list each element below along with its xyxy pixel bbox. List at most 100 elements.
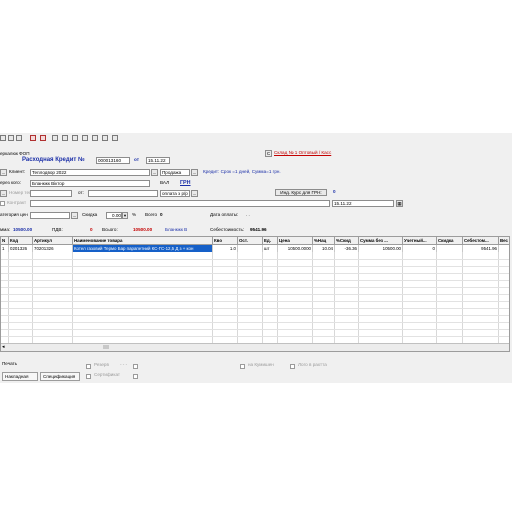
cost-label: Себестоимость: <box>210 227 245 232</box>
horizontal-scrollbar[interactable]: ◂ <box>1 343 509 351</box>
doc-number-field[interactable]: 000013160 <box>96 157 130 164</box>
print-label[interactable]: Печать <box>2 361 17 367</box>
from-lookup-button[interactable]: ... <box>0 190 7 197</box>
copy-icon[interactable] <box>40 135 46 141</box>
calc-icon[interactable] <box>102 135 108 141</box>
cost-value: 9541.96 <box>250 227 267 232</box>
column-header[interactable]: Вес <box>499 237 509 245</box>
reserve-checkbox[interactable] <box>86 364 91 369</box>
table-cell[interactable]: Котел газовий Термо Бар парапетний КС-ГС… <box>73 245 213 252</box>
price-category-button[interactable]: ... <box>71 212 78 219</box>
sum-value: 10500.00 <box>13 227 33 232</box>
column-header[interactable]: Сумма без ... <box>359 237 403 245</box>
rate-button[interactable]: Инд. Курс для ГРН: <box>275 189 327 196</box>
table-cell[interactable]: 0 <box>403 245 437 252</box>
contract-date-field[interactable]: 15.11.22 <box>332 200 394 207</box>
column-header[interactable]: Цена <box>278 237 313 245</box>
delete-icon[interactable] <box>62 135 68 141</box>
column-header[interactable]: Артикул <box>33 237 73 245</box>
table-cell[interactable] <box>437 245 463 252</box>
grid-line <box>1 336 509 337</box>
warehouse-button[interactable]: С <box>265 150 272 157</box>
scrollbar-thumb[interactable] <box>103 345 109 349</box>
total-value: 0 <box>160 212 163 217</box>
all-value: 10500.00 <box>133 227 153 232</box>
column-header[interactable]: Код <box>9 237 33 245</box>
column-header[interactable]: Кво <box>213 237 238 245</box>
cert-label: Сертификат <box>94 372 121 377</box>
cert-checkbox-2[interactable] <box>133 374 138 379</box>
warehouse-label[interactable]: Склад № 1 Оптовый / Касс <box>274 150 331 156</box>
table-cell[interactable]: 70201326 <box>33 245 73 252</box>
after-checkbox[interactable] <box>290 364 295 369</box>
tab-invoice[interactable]: Накладная <box>2 372 38 381</box>
contract-field[interactable] <box>30 200 330 207</box>
scroll-left-icon[interactable]: ◂ <box>2 344 5 350</box>
grid-line <box>1 273 509 274</box>
table-cell[interactable]: 1 <box>1 245 9 252</box>
sale-type-button[interactable]: ... <box>191 169 198 176</box>
contract-checkbox[interactable] <box>0 201 5 206</box>
sale-type-field[interactable]: Продажа <box>160 169 190 176</box>
column-header[interactable]: Учетный... <box>403 237 437 245</box>
to-cash-label: на Кумишен <box>248 362 274 367</box>
grid-line <box>1 266 509 267</box>
discount-field[interactable]: 0.00 <box>106 212 122 219</box>
total-label: Всего <box>145 212 158 217</box>
client-dropdown-button[interactable]: ... <box>151 169 158 176</box>
to-cash-checkbox[interactable] <box>240 364 245 369</box>
save-as-icon[interactable] <box>8 135 14 141</box>
column-header[interactable]: %Скид <box>335 237 359 245</box>
paste-icon[interactable] <box>52 135 58 141</box>
grid-line <box>1 259 509 260</box>
save-icon[interactable] <box>0 135 6 141</box>
payment-button[interactable]: ... <box>191 190 198 197</box>
pay-date-label: Дата оплаты: <box>210 212 239 217</box>
refresh-icon[interactable] <box>72 135 78 141</box>
table-cell[interactable] <box>238 245 263 252</box>
settings-icon[interactable] <box>112 135 118 141</box>
help-icon[interactable] <box>92 135 98 141</box>
table-cell[interactable]: 0201326 <box>9 245 33 252</box>
table-cell[interactable]: шт <box>263 245 278 252</box>
settings-icon[interactable] <box>82 135 88 141</box>
table-cell[interactable]: 1.0 <box>213 245 238 252</box>
doc-title: Расходная Кредит № <box>22 157 85 163</box>
column-header[interactable]: Наименование товара <box>73 237 213 245</box>
column-header[interactable]: Себестом... <box>463 237 499 245</box>
date-field[interactable]: 15.11.22 <box>146 157 170 164</box>
table-cell[interactable] <box>499 245 509 252</box>
table-cell[interactable]: 9541.96 <box>463 245 499 252</box>
column-header[interactable]: Ост. <box>238 237 263 245</box>
reserve-checkbox-2[interactable] <box>133 364 138 369</box>
table-cell[interactable]: -36.36 <box>335 245 359 252</box>
client-field[interactable]: Теплодвор 2022 <box>30 169 150 176</box>
currency-label[interactable]: ГРН <box>180 180 191 186</box>
print-icon[interactable] <box>16 135 22 141</box>
table-cell[interactable]: 10500.0000 <box>278 245 313 252</box>
price-category-field[interactable] <box>30 212 70 219</box>
person-label: Бланкжк В <box>165 227 188 232</box>
via-field[interactable]: Бланкжк Віктор <box>30 180 150 187</box>
column-header[interactable]: N <box>1 237 9 245</box>
grid-line <box>1 308 509 309</box>
discount-spin-button[interactable]: ▾ <box>122 212 128 219</box>
from-field[interactable] <box>88 190 158 197</box>
column-header[interactable]: Скидка <box>437 237 463 245</box>
column-header[interactable]: Ед. <box>263 237 278 245</box>
preview-icon[interactable] <box>30 135 36 141</box>
tab-specification[interactable]: Спецификация <box>40 372 80 381</box>
client-lookup-button[interactable]: ... <box>0 169 7 176</box>
reserve-label: Резерв <box>94 362 109 367</box>
calendar-button[interactable]: ▦ <box>396 200 403 207</box>
pay-date-value: . . <box>246 212 250 217</box>
items-table[interactable]: N Код Артикул Наименование товара Кво Ос… <box>0 236 510 352</box>
cert-checkbox[interactable] <box>86 374 91 379</box>
table-cell[interactable]: 10.04 <box>313 245 335 252</box>
toolbar <box>0 133 512 143</box>
contract-label: Контракт <box>7 200 27 205</box>
tax-field[interactable] <box>30 190 72 197</box>
payment-field[interactable]: оплата з р/р <box>160 190 190 197</box>
column-header[interactable]: %Нац <box>313 237 335 245</box>
table-cell[interactable]: 10500.00 <box>359 245 403 252</box>
